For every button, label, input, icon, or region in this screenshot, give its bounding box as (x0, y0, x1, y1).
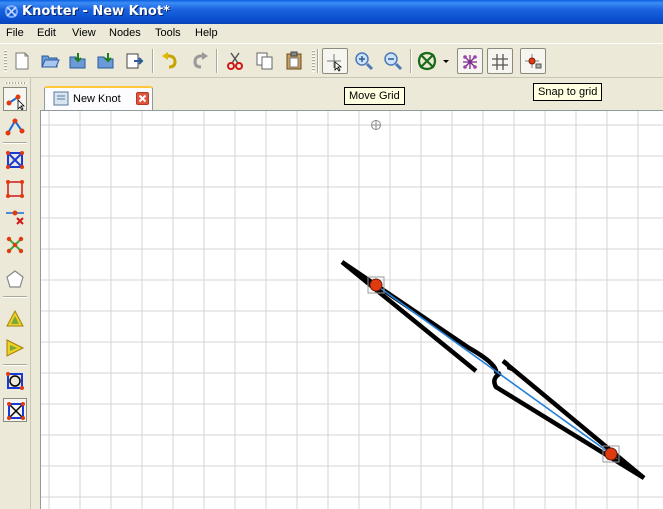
toolbar-separator (3, 142, 27, 144)
knot-document-icon (53, 91, 69, 106)
menu-bar: File Edit View Nodes Tools Help (0, 24, 663, 44)
break-edge-tool[interactable] (3, 205, 27, 229)
menu-file[interactable]: File (6, 27, 24, 39)
break-edge-icon (6, 210, 24, 225)
document-area: New Knot (32, 78, 663, 509)
knot-style-button[interactable] (415, 48, 439, 74)
save-icon (69, 53, 86, 69)
save-as-button[interactable] (94, 48, 118, 74)
menu-nodes[interactable]: Nodes (109, 27, 141, 39)
crossed-square-icon (6, 151, 24, 169)
menu-help[interactable]: Help (195, 27, 218, 39)
toolbar-separator (3, 296, 27, 298)
flip-horizontal-icon (6, 339, 25, 357)
export-icon (126, 53, 144, 69)
toolbar-separator (152, 49, 154, 73)
polyline-icon (5, 118, 25, 136)
save-as-icon (97, 53, 114, 69)
flip-horizontal-tool[interactable] (3, 336, 27, 360)
add-edge-chain-tool[interactable] (3, 115, 27, 139)
new-document-icon (15, 52, 29, 70)
cut-icon (227, 52, 243, 70)
undo-button[interactable] (158, 48, 182, 74)
new-button[interactable] (10, 48, 34, 74)
select-all-tool[interactable] (3, 398, 27, 422)
open-folder-icon (41, 55, 60, 68)
zoom-out-icon (384, 52, 403, 71)
merge-nodes-tool[interactable] (3, 233, 27, 257)
knot-drawing[interactable] (41, 111, 663, 509)
move-grid-tooltip: Move Grid (344, 87, 405, 105)
toolbar-separator (216, 49, 218, 73)
window-title: Knotter - New Knot* (22, 4, 170, 19)
cut-button[interactable] (223, 48, 247, 74)
tab-new-knot[interactable]: New Knot (44, 86, 153, 110)
toolbar-grip[interactable] (312, 50, 315, 72)
save-button[interactable] (66, 48, 90, 74)
zoom-out-button[interactable] (381, 48, 405, 74)
tab-label: New Knot (73, 93, 121, 105)
tools-toolbar (0, 78, 31, 509)
paste-button[interactable] (282, 48, 306, 74)
knot-style-dropdown[interactable] (440, 48, 452, 74)
copy-button[interactable] (253, 48, 277, 74)
title-bar[interactable]: Knotter - New Knot* (0, 0, 663, 24)
edit-graph-icon (6, 94, 25, 110)
open-button[interactable] (38, 48, 62, 74)
graph-node[interactable] (604, 447, 618, 461)
zoom-in-button[interactable] (352, 48, 376, 74)
knot-canvas[interactable] (40, 110, 663, 509)
display-graph-icon (463, 55, 477, 69)
crossed-square-icon (7, 402, 25, 420)
grid-icon (492, 54, 508, 70)
close-tab-icon[interactable] (136, 92, 149, 105)
edit-graph-tool[interactable] (3, 87, 27, 111)
square-nodes-icon (6, 180, 24, 198)
undo-icon (162, 52, 177, 69)
menu-view[interactable]: View (72, 27, 96, 39)
main-toolbar (0, 44, 663, 78)
toolbar-separator (410, 49, 412, 73)
toolbar-grip[interactable] (5, 82, 27, 84)
menu-edit[interactable]: Edit (37, 27, 56, 39)
pentagon-icon (6, 270, 24, 288)
export-button[interactable] (122, 48, 146, 74)
polygon-tool[interactable] (3, 267, 27, 291)
flip-vertical-icon (6, 309, 24, 327)
zoom-in-icon (355, 52, 374, 71)
display-graph-button[interactable] (457, 48, 483, 74)
merge-nodes-icon (6, 236, 24, 254)
application-window: Knotter - New Knot* File Edit View Nodes… (0, 0, 663, 509)
move-grid-icon (327, 54, 343, 72)
snap-to-grid-icon (525, 54, 542, 69)
paste-icon (286, 51, 302, 70)
toolbar-separator (317, 49, 319, 73)
grid-button[interactable] (487, 48, 513, 74)
toolbar-grip[interactable] (4, 50, 7, 72)
graph-node[interactable] (369, 278, 383, 292)
snap-to-grid-tooltip: Snap to grid (533, 83, 603, 101)
select-link-tool[interactable] (3, 369, 27, 393)
connect-nodes-tool[interactable] (3, 148, 27, 172)
knot-style-dropdown-icon (443, 60, 449, 63)
grid-lines (41, 111, 663, 509)
square-tool[interactable] (3, 177, 27, 201)
copy-icon (256, 52, 273, 70)
redo-icon (193, 52, 208, 69)
move-grid-button[interactable] (322, 48, 348, 74)
toolbar-separator (3, 364, 27, 366)
flip-vertical-tool[interactable] (3, 307, 27, 331)
menu-tools[interactable]: Tools (155, 27, 181, 39)
loop-square-icon (6, 372, 24, 390)
redo-button[interactable] (188, 48, 212, 74)
knot-style-icon (417, 51, 437, 71)
knotter-app-icon (5, 5, 18, 18)
snap-to-grid-button[interactable] (520, 48, 546, 74)
